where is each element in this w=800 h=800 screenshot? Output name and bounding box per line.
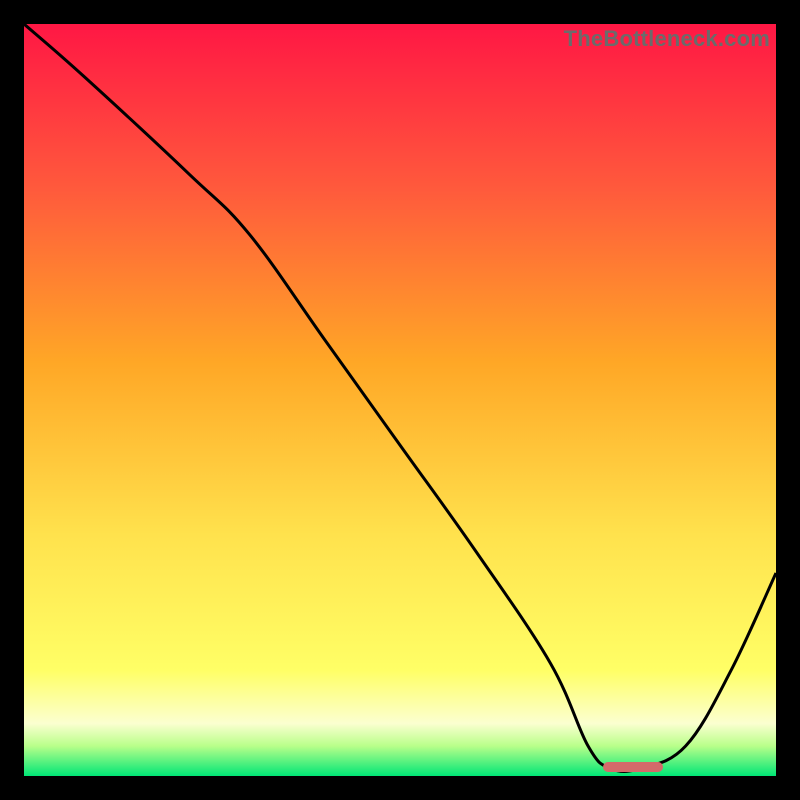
watermark-text: TheBottleneck.com [564, 26, 770, 52]
chart-frame: TheBottleneck.com [24, 24, 776, 776]
optimal-range-marker [603, 762, 663, 772]
heatmap-gradient [24, 24, 776, 776]
bottleneck-chart [24, 24, 776, 776]
